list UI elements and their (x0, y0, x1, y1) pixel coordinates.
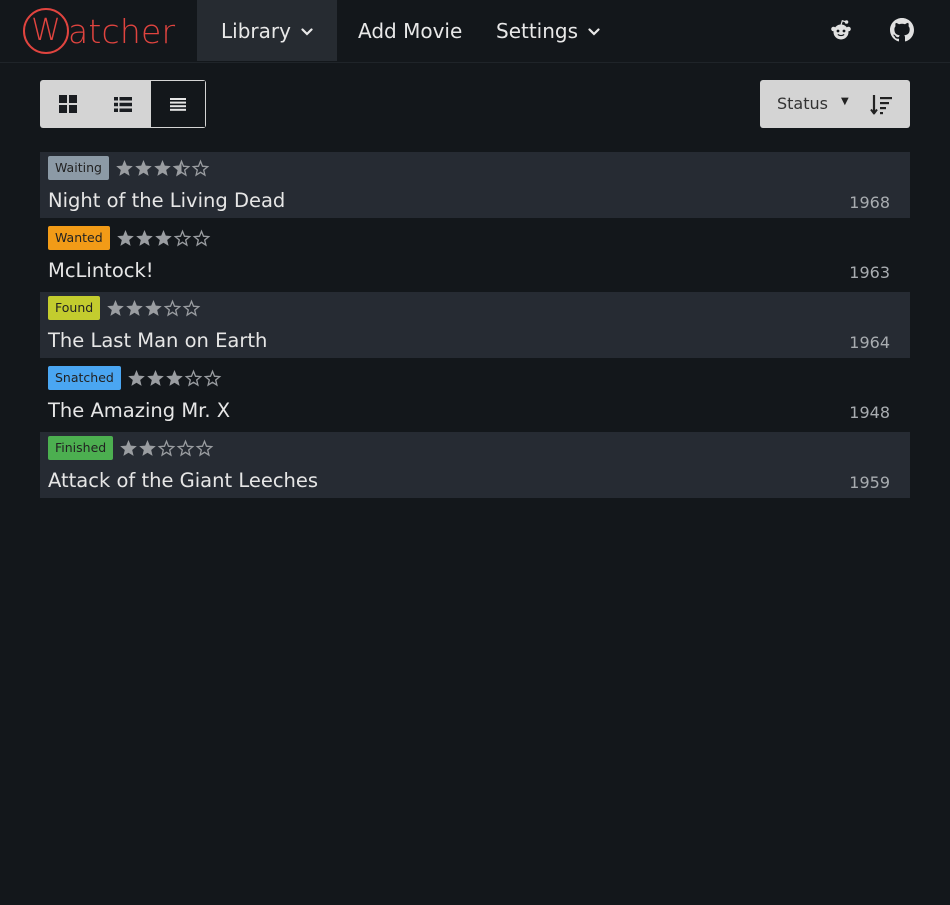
star-rating (115, 159, 210, 179)
movie-row[interactable]: Found The Last Man on Earth 1964 (40, 292, 910, 358)
star-rating (127, 369, 222, 389)
star-full-icon (155, 230, 172, 246)
star-rating (116, 229, 211, 249)
status-badge: Found (48, 296, 101, 320)
star-full-icon (117, 230, 134, 246)
star-empty-icon (176, 439, 195, 457)
grid-view-button[interactable] (40, 80, 95, 128)
github-icon[interactable] (890, 18, 914, 42)
movie-title: Night of the Living Dead (48, 189, 286, 212)
star-full-icon (135, 160, 152, 176)
movie-row[interactable]: Wanted McLintock! 1963 (40, 222, 910, 292)
nav-library[interactable]: Library (197, 0, 337, 61)
brand-name: atcher (68, 11, 176, 51)
nav-library-label: Library (221, 18, 291, 43)
chevron-down-icon (588, 28, 600, 36)
star-full-icon (136, 230, 153, 246)
brand-logo[interactable]: W atcher (23, 6, 175, 56)
nav-add-movie-label: Add Movie (358, 18, 463, 43)
movie-year: 1959 (849, 473, 890, 492)
star-empty-icon (173, 229, 192, 247)
star-full-icon (154, 160, 171, 176)
sort-select[interactable]: Status (777, 94, 828, 113)
star-empty-icon (192, 229, 211, 247)
movie-title: The Last Man on Earth (48, 329, 268, 352)
star-empty-icon (203, 369, 222, 387)
star-half-icon (172, 159, 191, 177)
star-full-icon (128, 370, 145, 386)
compact-view-button[interactable] (150, 80, 206, 128)
star-empty-icon (191, 159, 210, 177)
nav-settings[interactable]: Settings (496, 0, 600, 61)
view-mode-group (40, 80, 206, 128)
nav-add-movie[interactable]: Add Movie (358, 0, 462, 61)
list-view-button[interactable] (95, 80, 150, 128)
star-full-icon (139, 440, 156, 456)
movie-year: 1948 (849, 403, 890, 422)
star-full-icon (145, 300, 162, 316)
compact-list-icon (170, 97, 186, 111)
star-full-icon (126, 300, 143, 316)
nav-settings-label: Settings (496, 18, 579, 43)
status-badge: Waiting (48, 156, 109, 180)
movie-year: 1963 (849, 263, 890, 282)
sort-order-icon[interactable] (870, 94, 894, 116)
movie-list: Waiting Night of the Living Dead 1968 Wante… (40, 152, 910, 502)
status-badge: Snatched (48, 366, 121, 390)
star-full-icon (166, 370, 183, 386)
star-empty-icon (184, 369, 203, 387)
star-empty-icon (195, 439, 214, 457)
movie-year: 1968 (849, 193, 890, 212)
movie-row[interactable]: Snatched The Amazing Mr. X 1948 (40, 362, 910, 432)
star-full-icon (147, 370, 164, 386)
star-full-icon (107, 300, 124, 316)
star-full-icon (116, 160, 133, 176)
star-rating (106, 299, 201, 319)
star-empty-icon (157, 439, 176, 457)
grid-icon (58, 95, 77, 113)
star-empty-icon (163, 299, 182, 317)
movie-row[interactable]: Waiting Night of the Living Dead 1968 (40, 152, 910, 218)
star-rating (119, 439, 214, 459)
star-full-icon (120, 440, 137, 456)
list-icon (113, 96, 132, 112)
reddit-icon[interactable] (829, 18, 853, 42)
navbar: W atcher Library Add Movie Settings (0, 0, 950, 63)
brand-initial: W (23, 8, 69, 54)
status-badge: Finished (48, 436, 114, 460)
movie-title: McLintock! (48, 259, 154, 282)
movie-year: 1964 (849, 333, 890, 352)
chevron-down-icon (301, 28, 313, 36)
status-badge: Wanted (48, 226, 110, 250)
movie-row[interactable]: Finished Attack of the Giant Leeches 1959 (40, 432, 910, 498)
caret-down-icon[interactable]: ▼ (841, 96, 849, 107)
movie-title: Attack of the Giant Leeches (48, 469, 319, 492)
movie-title: The Amazing Mr. X (48, 399, 231, 422)
sort-controls: Status ▼ (760, 80, 910, 128)
star-empty-icon (182, 299, 201, 317)
